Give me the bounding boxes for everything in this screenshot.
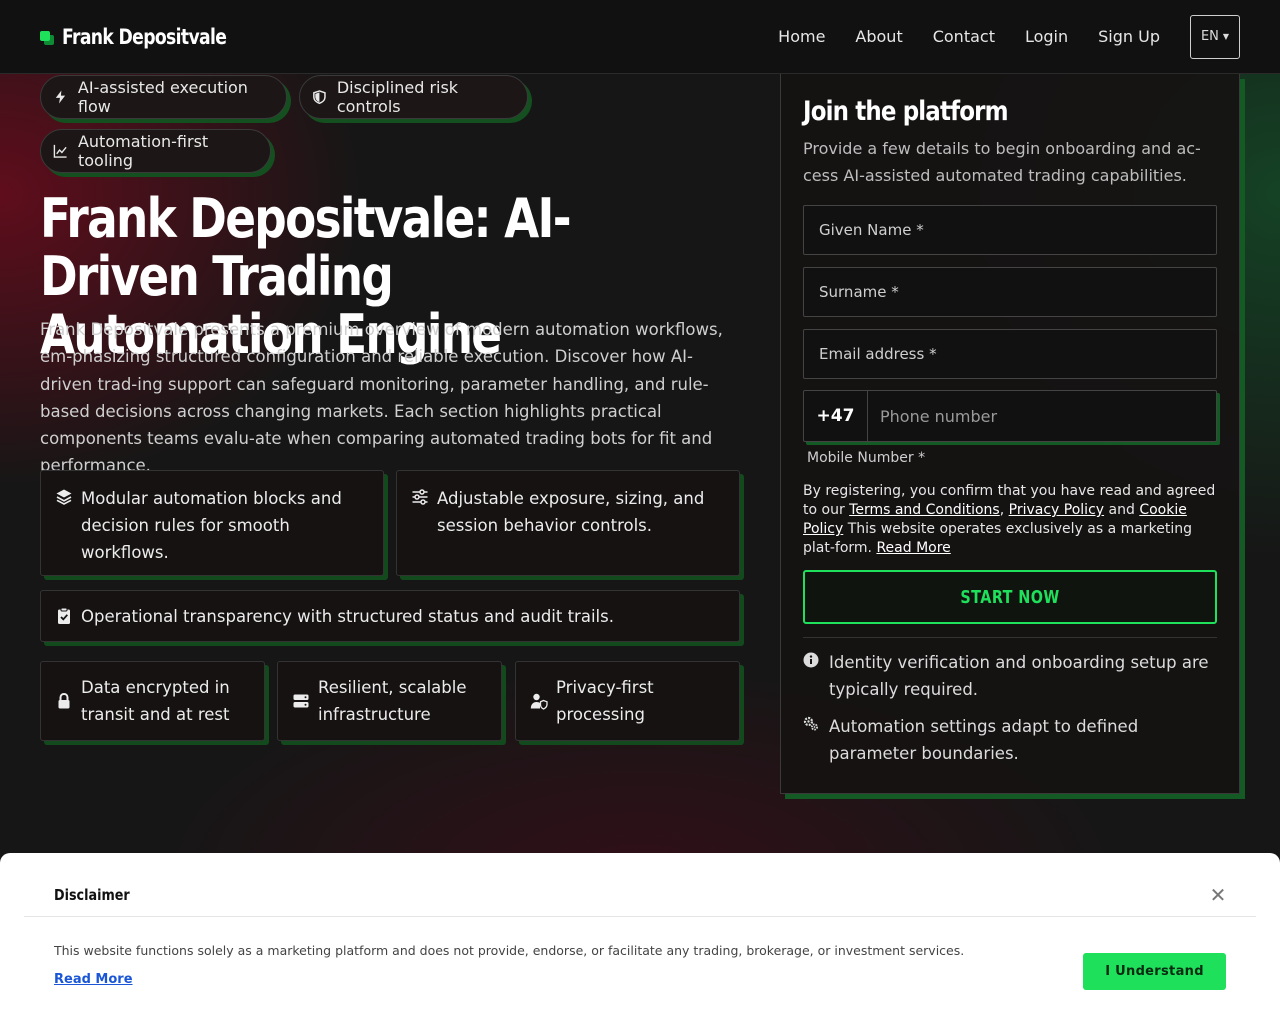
feature-card-modular: Modular automation blocks and decision r… — [40, 470, 384, 576]
chip-risk-controls: Disciplined risk controls — [299, 75, 528, 119]
given-name-placeholder: Given Name * — [819, 221, 924, 239]
note-text: Automation settings adapt to defined par… — [829, 717, 1139, 763]
lock-icon — [58, 692, 70, 709]
nav-login[interactable]: Login — [1025, 27, 1068, 46]
feature-text: Operational transparency with structured… — [81, 606, 614, 626]
read-more-link[interactable]: Read More — [876, 540, 950, 556]
country-code-selector[interactable]: +47 — [804, 391, 868, 441]
feature-text: Adjustable exposure, sizing, and session… — [437, 489, 705, 535]
clipboard-check-icon — [58, 607, 70, 624]
line-chart-icon — [53, 144, 67, 158]
bolt-icon — [55, 90, 66, 104]
legal-consent-text: By registering, you confirm that you hav… — [803, 483, 1216, 556]
registration-panel: Join the platform Provide a few details … — [780, 74, 1240, 794]
nav-contact[interactable]: Contact — [933, 27, 995, 46]
chip-execution-flow: AI-assisted execution flow — [40, 75, 287, 119]
gears-icon — [803, 716, 818, 731]
info-icon — [803, 652, 819, 668]
server-icon — [293, 694, 309, 708]
logo-icon — [40, 30, 54, 45]
disclaimer-text: This website functions solely as a marke… — [54, 943, 965, 958]
user-shield-icon — [530, 693, 548, 710]
caret-down-icon: ▼ — [1222, 32, 1230, 41]
badge-infrastructure: Resilient, scalable infrastructure — [277, 661, 502, 741]
badge-text: Data encrypted in transit and at rest — [81, 678, 230, 724]
phone-input[interactable] — [868, 391, 1216, 441]
shield-icon — [313, 90, 326, 105]
layers-icon — [56, 489, 72, 505]
feature-card-transparency: Operational transparency with structured… — [40, 590, 740, 642]
email-field[interactable]: Email address * — [803, 329, 1217, 379]
disclaimer-divider — [24, 916, 1256, 917]
chip-label: Disciplined risk controls — [336, 78, 459, 116]
badge-encryption: Data encrypted in transit and at rest — [40, 661, 265, 741]
note-automation: Automation settings adapt to defined par… — [803, 713, 1217, 767]
badge-text: Privacy-first processing — [556, 678, 654, 724]
hero-description: Frank Depositvale presents a premium ove… — [40, 320, 723, 476]
surname-placeholder: Surname * — [819, 283, 899, 301]
given-name-field[interactable]: Given Name * — [803, 205, 1217, 255]
legal-and: and — [1108, 502, 1135, 518]
start-now-label: START NOW — [960, 586, 1060, 608]
badge-text: Resilient, scalable infrastructure — [318, 678, 467, 724]
brand-name: Frank Depositvale — [62, 24, 227, 49]
disclaimer-banner: Disclaimer ✕ This website functions sole… — [0, 853, 1280, 1024]
legal-suffix: This website operates exclusively as a m… — [803, 521, 1192, 556]
nav-about[interactable]: About — [855, 27, 902, 46]
privacy-link[interactable]: Privacy Policy — [1009, 502, 1104, 518]
form-subtitle: Provide a few details to begin onboardin… — [803, 139, 1201, 185]
site-header: Frank Depositvale Home About Contact Log… — [0, 0, 1280, 74]
feature-text: Modular automation blocks and decision r… — [81, 489, 342, 562]
chip-label: AI-assisted execution flow — [77, 78, 248, 116]
form-title: Join the platform — [803, 96, 1008, 127]
brand-logo[interactable]: Frank Depositvale — [40, 25, 262, 49]
surname-field[interactable]: Surname * — [803, 267, 1217, 317]
feature-card-adjustable: Adjustable exposure, sizing, and session… — [396, 470, 740, 576]
start-now-button[interactable]: START NOW — [803, 570, 1217, 624]
terms-link[interactable]: Terms and Conditions — [849, 502, 1000, 518]
main-nav: Home About Contact Login Sign Up EN ▼ — [778, 14, 1240, 59]
phone-field: +47 — [803, 390, 1217, 442]
badge-privacy: Privacy-first processing — [515, 661, 740, 741]
i-understand-button[interactable]: I Understand — [1083, 953, 1226, 990]
chip-label: Automation-first tooling — [77, 132, 209, 170]
nav-home[interactable]: Home — [778, 27, 825, 46]
chip-automation-tooling: Automation-first tooling — [40, 129, 271, 173]
language-label: EN — [1200, 29, 1219, 44]
mobile-number-label: Mobile Number * — [807, 450, 926, 466]
disclaimer-title: Disclaimer — [54, 886, 130, 904]
note-text: Identity verification and onboarding set… — [829, 653, 1209, 699]
disclaimer-read-more-link[interactable]: Read More — [54, 972, 133, 987]
nav-sign-up[interactable]: Sign Up — [1098, 27, 1160, 46]
email-placeholder: Email address * — [819, 345, 937, 363]
close-icon[interactable]: ✕ — [1209, 885, 1227, 905]
form-divider — [803, 637, 1217, 638]
sliders-icon — [412, 489, 428, 505]
language-selector[interactable]: EN ▼ — [1190, 14, 1240, 59]
note-identity: Identity verification and onboarding set… — [803, 649, 1217, 703]
